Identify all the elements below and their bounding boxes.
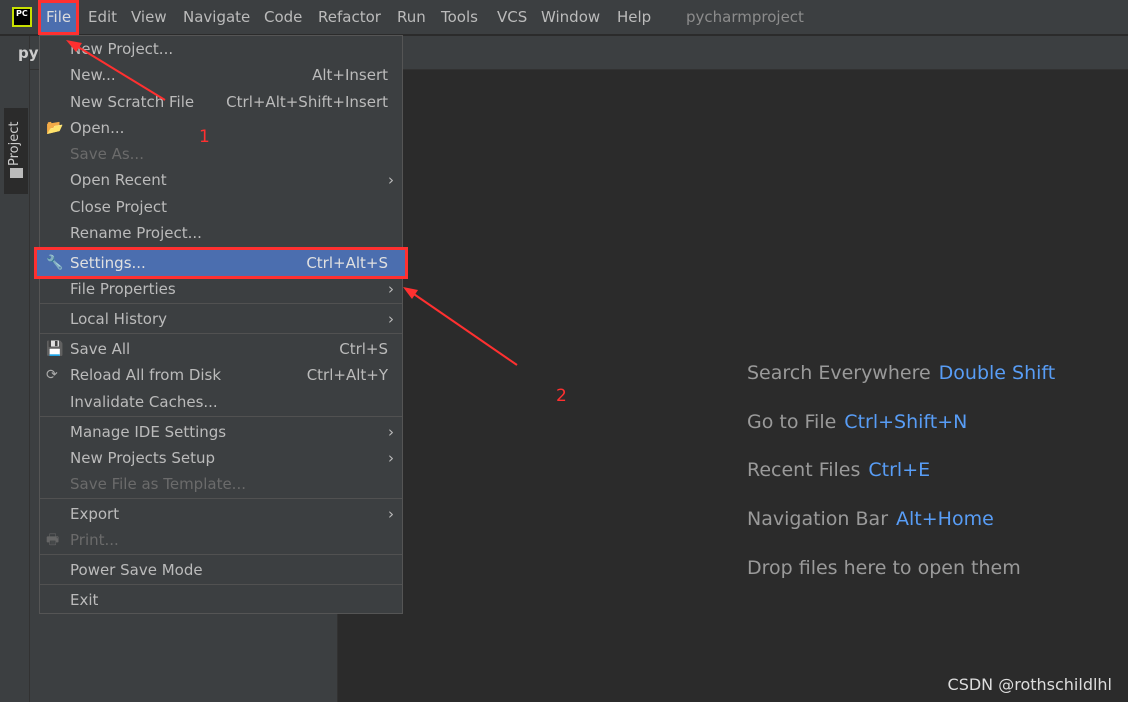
arrow-2-head	[403, 287, 418, 299]
annotation-arrows	[66, 40, 518, 366]
annotation-step-2: 2	[556, 386, 567, 406]
arrow-1	[69, 41, 166, 101]
watermark: CSDN @rothschildlhl	[947, 675, 1112, 694]
annotation-step-1: 1	[199, 127, 210, 147]
arrow-1-head	[66, 40, 82, 52]
arrow-2	[407, 289, 518, 366]
